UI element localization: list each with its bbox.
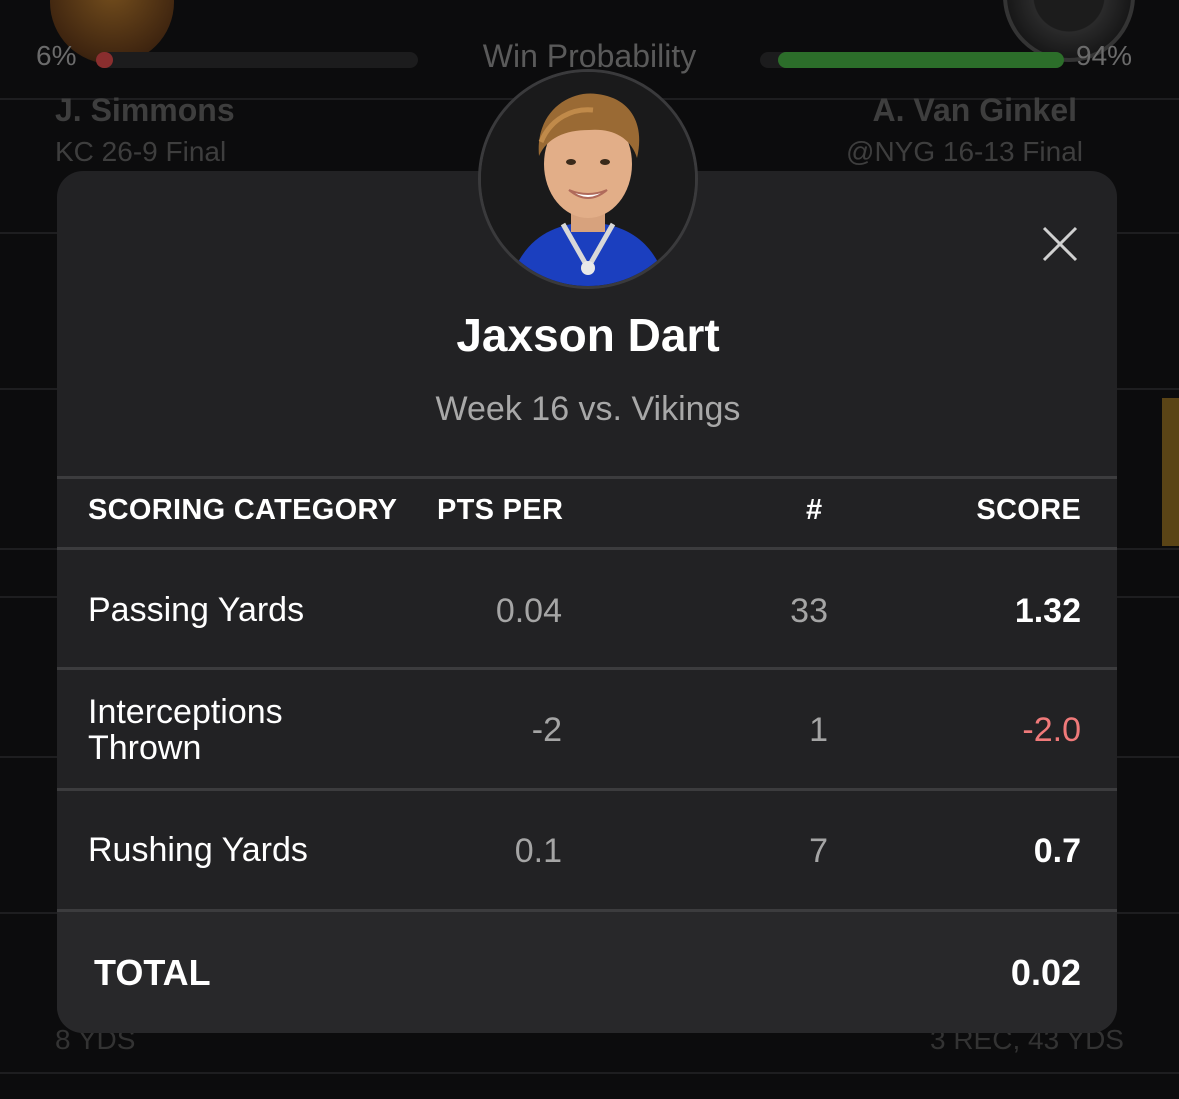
divider [0,1072,1179,1074]
close-button[interactable] [1038,222,1082,266]
row-score: 0.7 [1033,832,1081,870]
divider [57,476,1117,479]
total-row [57,912,1117,1033]
left-player-name[interactable]: J. Simmons [55,92,235,129]
divider [57,547,1117,550]
row-category-line1: Interceptions [88,693,283,731]
row-pts-per: 0.1 [514,832,562,870]
row-pts-per: -2 [531,711,562,749]
total-label: TOTAL [94,952,211,993]
header-scoring-category: SCORING CATEGORY [88,494,398,526]
win-probability-right-track [760,52,1064,68]
header-score: SCORE [976,494,1081,526]
row-count: 1 [809,711,828,749]
close-icon [1042,226,1078,262]
row-category: Passing Yards [88,591,305,629]
right-player-line: @NYG 16-13 Final [846,136,1083,167]
win-probability-right-pct: 94% [1076,40,1133,71]
player-headshot [478,69,698,289]
game-subtitle: Week 16 vs. Vikings [435,390,741,428]
row-count: 7 [809,832,828,870]
total-score: 0.02 [1010,952,1081,993]
player-name: Jaxson Dart [456,309,720,361]
header-count: # [806,494,823,526]
divider [57,788,1117,791]
row-count: 33 [790,592,828,630]
row-score: -2.0 [1022,711,1081,749]
left-player-line: KC 26-9 Final [55,136,227,167]
header-pts-per: PTS PER [437,494,564,526]
win-probability-right-fill [778,52,1064,68]
divider [57,667,1117,670]
row-category-line2: Thrown [88,729,202,767]
player-headshot-image [481,72,695,286]
row-score: 1.32 [1014,592,1081,630]
right-player-name[interactable]: A. Van Ginkel [872,92,1077,129]
row-category: Rushing Yards [88,831,308,869]
row-pts-per: 0.04 [495,592,562,630]
